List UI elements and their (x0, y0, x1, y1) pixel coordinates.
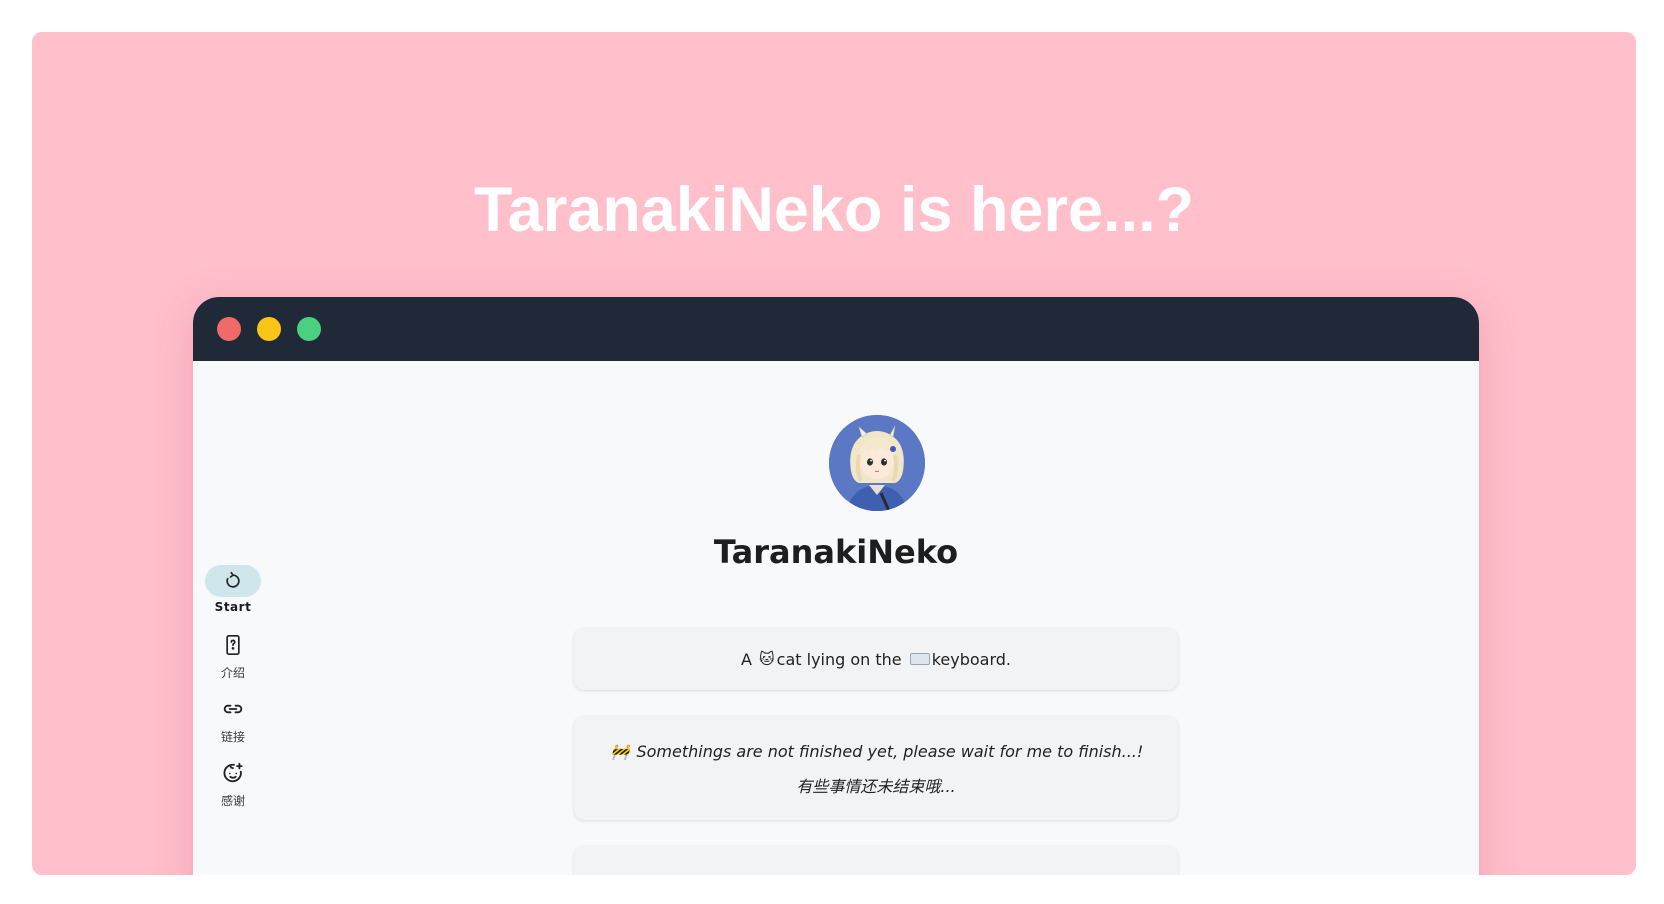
nav-pill (205, 693, 261, 725)
nav-label: 链接 (220, 730, 245, 744)
nav-item-start[interactable]: Start (205, 565, 261, 614)
anime-avatar-image (829, 415, 925, 511)
refresh-icon (226, 571, 240, 588)
nav-label: 感谢 (220, 794, 245, 808)
close-window-button[interactable] (217, 317, 241, 341)
notice-line-english: 🚧 Somethings are not finished yet, pleas… (574, 742, 1178, 761)
nav-pill (205, 757, 261, 789)
nav-item-intro[interactable]: 介绍 (205, 629, 261, 681)
nav-item-thanks[interactable]: 感谢 (205, 757, 261, 809)
nav-pill (205, 629, 261, 661)
banner-title: TaranakiNeko is here...? (473, 175, 1195, 245)
notice-card: 🚧 Somethings are not finished yet, pleas… (574, 716, 1178, 820)
minimize-window-button[interactable] (257, 317, 281, 341)
intro-card: A 🐱 cat lying on the keyboard. (574, 628, 1178, 690)
intro-mid: cat lying on the (776, 649, 907, 669)
app-window: Start 介绍 链接 感谢 TaranakiNeko A 🐱 cat lyin… (193, 297, 1479, 875)
link-icon (223, 704, 243, 714)
next-card (574, 846, 1178, 875)
phone-question-icon (226, 635, 240, 655)
profile-avatar (829, 415, 925, 511)
pink-banner: TaranakiNeko is here...? Start 介绍 链接 感谢 … (32, 32, 1636, 875)
construction-emoji-icon: 🚧 (610, 743, 630, 761)
page-content: Start 介绍 链接 感谢 TaranakiNeko A 🐱 cat lyin… (193, 361, 1479, 875)
nav-label: Start (214, 600, 252, 614)
intro-suffix: keyboard. (931, 649, 1012, 669)
profile-name: TaranakiNeko (713, 533, 959, 571)
keyboard-icon (909, 653, 930, 665)
intro-prefix: A (740, 649, 758, 669)
baby-face-icon (223, 762, 243, 783)
maximize-window-button[interactable] (297, 317, 321, 341)
notice-text-english: Somethings are not finished yet, please … (636, 742, 1144, 761)
window-titlebar (193, 297, 1479, 361)
cat-emoji-icon: 🐱 (759, 650, 775, 668)
notice-text-chinese: 有些事情还未结束哦... (796, 777, 956, 796)
nav-item-links[interactable]: 链接 (205, 693, 261, 745)
nav-label: 介绍 (220, 666, 245, 680)
